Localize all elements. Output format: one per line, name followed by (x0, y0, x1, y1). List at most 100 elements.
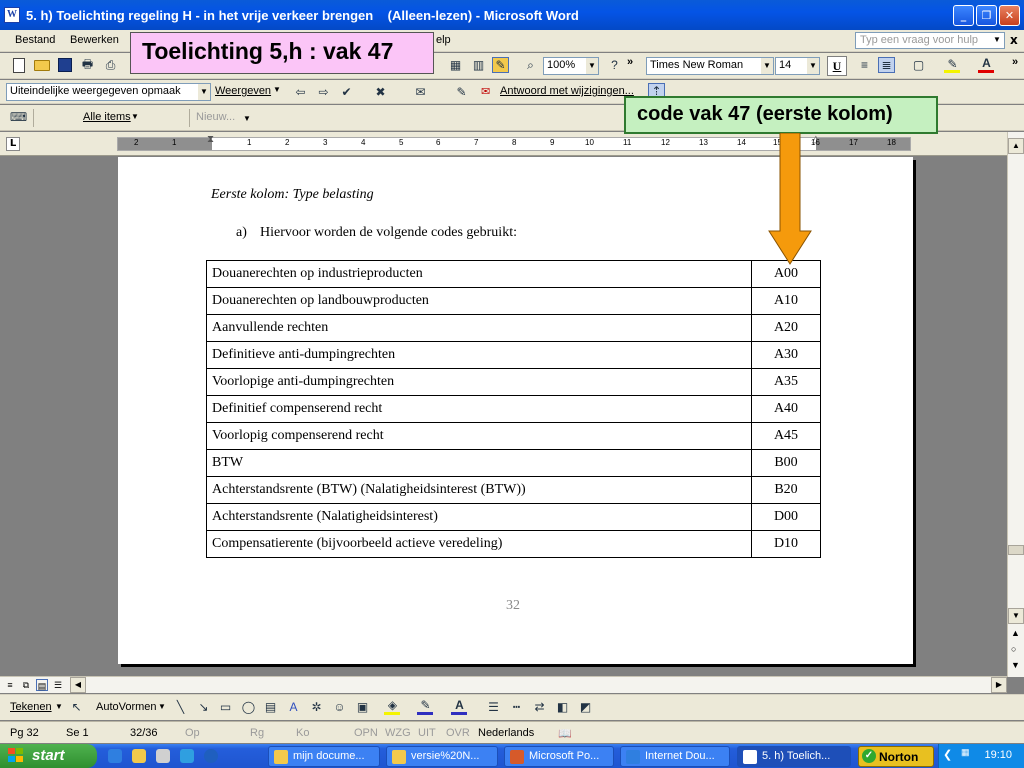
scroll-up-icon[interactable]: ▲ (1008, 138, 1024, 154)
dash-style-icon[interactable]: ┅ (508, 699, 525, 715)
vertical-scrollbar[interactable]: ▲ ▼ ▲ ○ ▼ (1007, 132, 1024, 677)
taskbar-button[interactable]: Internet Dou... (620, 746, 730, 767)
clock[interactable]: 19:10 (984, 749, 1012, 761)
status-trk[interactable]: WZG (385, 727, 411, 739)
scroll-down-icon[interactable]: ▼ (1008, 608, 1024, 624)
status-language[interactable]: Nederlands (478, 727, 534, 739)
next-page-icon[interactable]: ▼ (1011, 660, 1020, 670)
norton-button[interactable]: ✓ Norton (858, 746, 934, 767)
new-item-dropdown-icon[interactable]: ▼ (243, 114, 251, 123)
arrow-style-icon[interactable]: ⇄ (531, 699, 548, 715)
arrow-icon[interactable]: ↘ (195, 699, 212, 715)
diagram-icon[interactable]: ✲ (308, 699, 325, 715)
reply-with-changes-icon[interactable]: ✉ (481, 85, 490, 98)
document-close-icon[interactable]: x (1010, 33, 1018, 47)
quicklaunch-ie-icon[interactable] (108, 749, 122, 763)
underline-button[interactable]: U (827, 56, 847, 76)
print-icon[interactable]: 🖶 (79, 57, 96, 73)
start-button[interactable]: start (0, 744, 97, 768)
accept-change-icon[interactable]: ✔ (338, 84, 355, 100)
font-size-select[interactable]: 14 ▼ (775, 57, 820, 75)
draw-menu-button[interactable]: Tekenen (10, 701, 52, 713)
display-mode-dropdown-icon[interactable]: ▼ (198, 84, 210, 100)
scroll-right-icon[interactable]: ▶ (991, 677, 1007, 693)
scroll-thumb[interactable] (1008, 545, 1024, 555)
columns-icon[interactable]: ▥ (470, 57, 487, 73)
font-dropdown-icon[interactable]: ▼ (761, 58, 773, 74)
open-folder-icon[interactable] (33, 57, 50, 73)
insert-picture-icon[interactable]: ▣ (354, 699, 371, 715)
indent-marker[interactable]: ⧗ (207, 134, 214, 145)
font-select[interactable]: Times New Roman ▼ (646, 57, 774, 75)
window-titlebar[interactable]: W 5. h) Toelichting regeling H - in het … (0, 0, 1024, 30)
font-size-dropdown-icon[interactable]: ▼ (807, 58, 819, 74)
fill-color-icon[interactable]: ◈ (384, 697, 401, 713)
web-tools-icon[interactable]: ⌨ (10, 109, 27, 125)
print-view-icon[interactable]: ▤ (36, 679, 48, 691)
new-document-icon[interactable] (10, 57, 27, 73)
zoom-dropdown-icon[interactable]: ▼ (586, 58, 598, 74)
shadow-icon[interactable]: ◧ (554, 699, 571, 715)
tray-expand-icon[interactable]: ❮ (943, 748, 952, 761)
help-icon[interactable]: ? (606, 57, 623, 73)
save-icon[interactable] (56, 57, 73, 73)
web-view-icon[interactable]: ⧉ (20, 679, 32, 691)
horizontal-scrollbar[interactable]: ≡ ⧉ ▤ ☰ ◀ ▶ (0, 676, 1007, 693)
close-button[interactable]: ✕ (999, 5, 1020, 26)
draw-dropdown-icon[interactable]: ▼ (55, 702, 63, 711)
borders-icon[interactable]: ▢ (910, 57, 927, 73)
new-item-button[interactable]: Nieuw... (196, 111, 235, 123)
quicklaunch-desktop-icon[interactable] (156, 749, 170, 763)
help-search-input[interactable]: Typ een vraag voor hulp (855, 32, 1005, 49)
oval-icon[interactable]: ◯ (240, 699, 257, 715)
autoshapes-dropdown-icon[interactable]: ▼ (158, 702, 166, 711)
more-format-chevron-icon[interactable]: » (1012, 56, 1018, 68)
select-objects-icon[interactable]: ↖ (68, 699, 85, 715)
menu-bestand[interactable]: Bestand (15, 34, 55, 46)
minimize-button[interactable]: _ (953, 5, 974, 26)
textbox-icon[interactable]: ▤ (262, 699, 279, 715)
wordart-icon[interactable]: A (285, 699, 302, 715)
line-color-icon[interactable]: ✎ (417, 697, 434, 713)
excel-table-icon[interactable]: ▦ (447, 57, 464, 73)
reject-change-icon[interactable]: ✖ (372, 84, 389, 100)
all-items-button[interactable]: Alle items (83, 111, 131, 123)
rectangle-icon[interactable]: ▭ (217, 699, 234, 715)
drawing-toggle-icon[interactable]: ✎ (492, 57, 509, 73)
show-dropdown-icon[interactable]: ▼ (273, 85, 281, 94)
autoshapes-button[interactable]: AutoVormen (96, 701, 157, 713)
line-icon[interactable]: ╲ (172, 699, 189, 715)
taskbar-button[interactable]: mijn docume... (268, 746, 380, 767)
status-ovr[interactable]: OVR (446, 727, 470, 739)
font-color-icon[interactable]: A (978, 55, 995, 71)
normal-view-icon[interactable]: ≡ (4, 679, 16, 691)
justify-icon[interactable]: ≣ (878, 57, 895, 73)
taskbar-button[interactable]: Microsoft Po... (504, 746, 614, 767)
status-rec[interactable]: OPN (354, 727, 378, 739)
word-app-icon[interactable]: W (4, 7, 20, 23)
track-changes-icon[interactable]: ✎ (453, 84, 470, 100)
menu-bewerken[interactable]: Bewerken (70, 34, 119, 46)
status-ext[interactable]: UIT (418, 727, 436, 739)
help-dropdown-icon[interactable]: ▼ (993, 35, 1001, 44)
browse-object-icon[interactable]: ○ (1011, 644, 1016, 654)
language-bar-icon[interactable]: ▦ (961, 747, 970, 758)
document-map-icon[interactable]: ⌕ (522, 57, 539, 73)
quicklaunch-browser-icon[interactable] (180, 749, 194, 763)
quicklaunch-media-icon[interactable] (204, 749, 218, 763)
taskbar-button[interactable]: versie%20N... (386, 746, 498, 767)
scroll-left-icon[interactable]: ◀ (70, 677, 86, 693)
next-change-icon[interactable]: ⇨ (315, 84, 332, 100)
print-preview-icon[interactable]: ⎙ (102, 57, 119, 73)
draw-font-color-icon[interactable]: A (451, 697, 468, 713)
clipart-icon[interactable]: ☺ (331, 699, 348, 715)
align-left-icon[interactable]: ≡ (856, 57, 873, 73)
taskbar-button[interactable]: 5. h) Toelich... (737, 746, 851, 767)
reply-with-changes-button[interactable]: Antwoord met wijzigingen... (500, 85, 634, 97)
line-style-icon[interactable]: ☰ (485, 699, 502, 715)
previous-page-icon[interactable]: ▲ (1011, 628, 1020, 638)
right-indent-marker[interactable]: △ (812, 134, 820, 145)
spelling-status-icon[interactable]: 📖 (558, 727, 572, 740)
quicklaunch-outlook-icon[interactable] (132, 749, 146, 763)
previous-change-icon[interactable]: ⇦ (292, 84, 309, 100)
